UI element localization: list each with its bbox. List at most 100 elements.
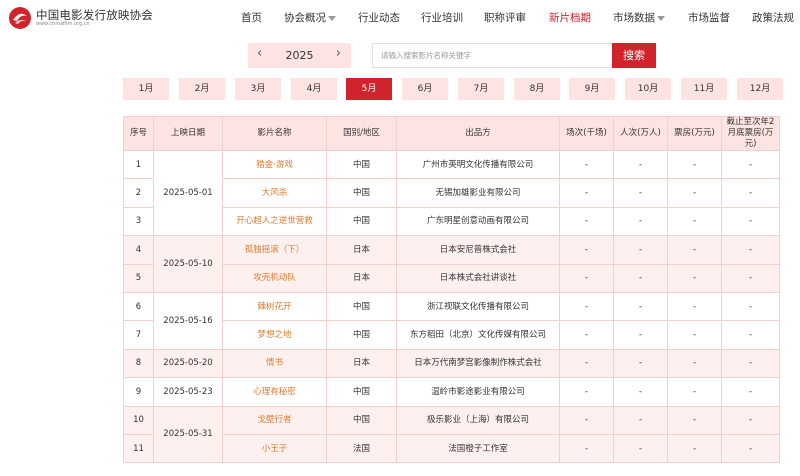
film-title-link[interactable]: 棘树花开 <box>222 291 327 322</box>
site-header: 中国电影发行放映协会 www.chinafilm.org.cn 首页 协会概况 行业… <box>0 0 800 36</box>
table-row: 4 2025-05-10 孤独摇滚（下） 日本 日本安尼普株式会社 - - - - <box>123 235 780 293</box>
search-button[interactable]: 搜索 <box>612 43 656 68</box>
nav-item-7[interactable]: 市场监督 <box>688 10 730 25</box>
month-tab-9[interactable]: 9月 <box>569 78 615 100</box>
film-title-link[interactable]: 攻壳机动队 <box>222 263 327 293</box>
column-header: 上映日期 <box>153 116 223 151</box>
nav-item-1[interactable]: 协会概况 <box>284 10 336 25</box>
country-region: 中国 <box>326 178 397 208</box>
table-body: 1 2025-05-01 猎金·游戏 中国 广州市英明文化传播有限公司 - - - -2 大风杀中… <box>123 149 780 464</box>
release-date: 2025-05-23 <box>153 377 223 407</box>
month-tab-12[interactable]: 12月 <box>737 78 783 100</box>
nav-item-label: 市场监督 <box>688 12 730 24</box>
boxoffice-value: - <box>667 348 722 379</box>
column-header: 序号 <box>123 116 154 151</box>
nav-item-4[interactable]: 职称评审 <box>484 10 526 25</box>
producer: 日本安尼普株式会社 <box>396 235 560 265</box>
nav-item-8[interactable]: 政策法规 <box>752 10 794 25</box>
row-number: 2 <box>123 178 154 208</box>
row-number: 6 <box>123 291 154 322</box>
nav-item-3[interactable]: 行业培训 <box>421 10 463 25</box>
cumulative-boxoffice-value: - <box>721 178 780 208</box>
country-region: 日本 <box>326 348 397 379</box>
row-number: 4 <box>123 235 154 265</box>
film-title-link[interactable]: 开心超人之逆世营救 <box>222 206 327 237</box>
shows-value: - <box>559 235 614 265</box>
nav-item-0[interactable]: 首页 <box>241 10 262 25</box>
row-number: 11 <box>123 433 154 464</box>
film-title-link[interactable]: 孤独摇滚（下） <box>222 235 327 265</box>
shows-value: - <box>559 348 614 379</box>
nav-item-6[interactable]: 市场数据 <box>613 10 665 25</box>
month-tab-6[interactable]: 6月 <box>402 78 448 100</box>
admissions-value: - <box>613 263 668 293</box>
cumulative-boxoffice-value: - <box>721 291 780 322</box>
table-row: 7 梦想之地 中国 东方稻田（北京）文化传媒有限公司 - - - - <box>123 320 780 350</box>
shows-value: - <box>559 178 614 208</box>
admissions-value: - <box>613 206 668 237</box>
month-tab-8[interactable]: 8月 <box>514 78 560 100</box>
country-region: 中国 <box>326 291 397 322</box>
month-tab-10[interactable]: 10月 <box>625 78 671 100</box>
admissions-value: - <box>613 433 668 464</box>
table-row: 5 攻壳机动队 日本 日本株式会社讲谈社 - - - - <box>123 263 780 293</box>
producer: 法国橙子工作室 <box>396 433 560 464</box>
film-title-link[interactable]: 情书 <box>222 348 327 379</box>
shows-value: - <box>559 263 614 293</box>
cumulative-boxoffice-value: - <box>721 149 780 180</box>
admissions-value: - <box>613 149 668 180</box>
admissions-value: - <box>613 348 668 379</box>
producer: 极乐影业（上海）有限公司 <box>396 405 560 435</box>
nav-item-label: 行业培训 <box>421 12 463 24</box>
cumulative-boxoffice-value: - <box>721 377 780 407</box>
nav-item-label: 行业动态 <box>358 12 400 24</box>
row-number: 7 <box>123 320 154 350</box>
month-tab-7[interactable]: 7月 <box>458 78 504 100</box>
film-title-link[interactable]: 猎金·游戏 <box>222 149 327 180</box>
search-input[interactable]: 请输入搜索影片名称关键字 <box>372 43 612 68</box>
month-tab-11[interactable]: 11月 <box>681 78 727 100</box>
month-tab-2[interactable]: 2月 <box>179 78 225 100</box>
film-title-link[interactable]: 梦想之地 <box>222 320 327 350</box>
film-title-link[interactable]: 大风杀 <box>222 178 327 208</box>
country-region: 法国 <box>326 433 397 464</box>
film-title-link[interactable]: 心理有秘密 <box>222 377 327 407</box>
shows-value: - <box>559 320 614 350</box>
month-tab-1[interactable]: 1月 <box>123 78 169 100</box>
column-header: 场次(千场) <box>559 116 614 151</box>
shows-value: - <box>559 291 614 322</box>
nav-item-5[interactable]: 新片档期 <box>549 10 591 25</box>
cumulative-boxoffice-value: - <box>721 320 780 350</box>
cumulative-boxoffice-value: - <box>721 263 780 293</box>
country-region: 中国 <box>326 377 397 407</box>
table-header-row: 序号 上映日期 影片名称 国别/地区 出品方 场次(千场) 人次(万人) 票房(万元) 截止至次… <box>123 116 780 151</box>
release-date: 2025-05-16 <box>153 291 223 350</box>
month-tab-4[interactable]: 4月 <box>291 78 337 100</box>
country-region: 中国 <box>326 320 397 350</box>
column-header: 人次(万人) <box>613 116 668 151</box>
shows-value: - <box>559 149 614 180</box>
film-title-link[interactable]: 戈壁行者 <box>222 405 327 435</box>
nav-item-2[interactable]: 行业动态 <box>358 10 400 25</box>
association-logo-icon[interactable] <box>8 6 32 30</box>
release-schedule-table: 序号 上映日期 影片名称 国别/地区 出品方 场次(千场) 人次(万人) 票房(万元) 截止至次… <box>123 116 780 464</box>
chevron-down-icon <box>657 15 665 21</box>
shows-value: - <box>559 377 614 407</box>
film-title-link[interactable]: 小王子 <box>222 433 327 464</box>
chevron-down-icon <box>328 15 336 21</box>
row-number: 3 <box>123 206 154 237</box>
nav-item-label: 市场数据 <box>613 12 655 24</box>
row-number: 9 <box>123 377 154 407</box>
cumulative-boxoffice-value: - <box>721 433 780 464</box>
cumulative-boxoffice-value: - <box>721 206 780 237</box>
site-domain: www.chinafilm.org.cn <box>36 21 90 27</box>
boxoffice-value: - <box>667 178 722 208</box>
month-tab-3[interactable]: 3月 <box>235 78 281 100</box>
row-number: 8 <box>123 348 154 379</box>
table-row: 11 小王子 法国 法国橙子工作室 - - - - <box>123 433 780 464</box>
month-tab-5[interactable]: 5月 <box>346 78 392 100</box>
producer: 广东明星创意动画有限公司 <box>396 206 560 237</box>
row-number: 5 <box>123 263 154 293</box>
next-year-button[interactable]: › <box>336 46 341 61</box>
release-date: 2025-05-31 <box>153 405 223 464</box>
